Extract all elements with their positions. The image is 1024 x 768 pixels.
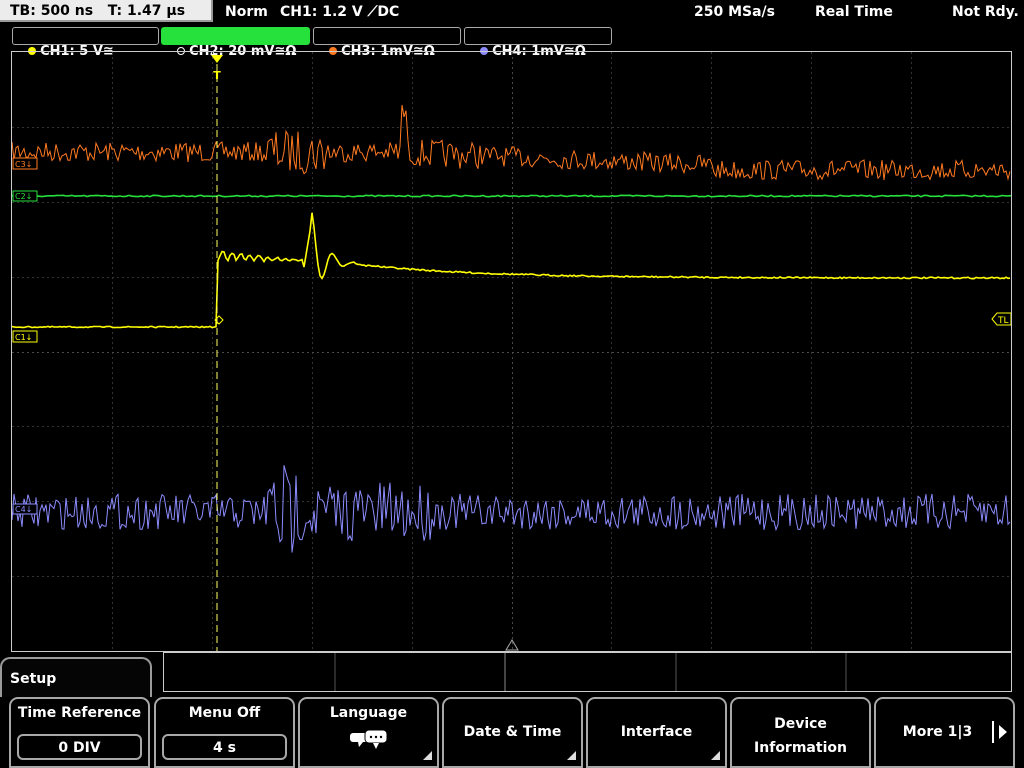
ch1-level-label: C1↓ (15, 333, 32, 342)
menu-off-value: 4 s (162, 734, 287, 760)
channel-tab-ch4[interactable]: CH4: 1mV≅Ω (464, 27, 612, 59)
waveform-canvas: T C3↓ C2↓ C1↓ C4↓ TL (12, 52, 1011, 651)
speech-bubbles-icon (350, 729, 388, 749)
ch2-level-label: C2↓ (15, 192, 32, 201)
softkey-date-time[interactable]: Date & Time (442, 697, 583, 768)
softkey-label: Language (329, 705, 408, 721)
softkey-label: Interface (620, 724, 693, 740)
softkey-label: More 1|3 (902, 724, 973, 740)
time-reference-value: 0 DIV (17, 734, 142, 760)
trigger-level-marker[interactable]: TL (991, 312, 1011, 326)
softkey-time-reference[interactable]: Time Reference 0 DIV (9, 697, 150, 768)
channel-tab-ch3[interactable]: CH3: 1mV≅Ω (313, 27, 461, 59)
ch4-waveform (12, 465, 1011, 553)
trigger-mode[interactable]: Norm (225, 0, 268, 24)
softkey-device-information[interactable]: Device Information (730, 697, 871, 768)
ch4-level-marker[interactable]: C4↓ (12, 503, 38, 515)
page-separator (992, 721, 994, 743)
next-page-icon (999, 725, 1007, 739)
softkey-interface[interactable]: Interface (586, 697, 727, 768)
ch2-level-marker[interactable]: C2↓ (12, 190, 38, 202)
ch4-level-label: C4↓ (15, 505, 32, 514)
submenu-indicator-icon (567, 751, 576, 760)
softkey-menu-off[interactable]: Menu Off 4 s (154, 697, 295, 768)
softkey-language[interactable]: Language (298, 697, 439, 768)
channel-tab-ch2[interactable]: CH2: 20 mV≅Ω (161, 27, 310, 59)
menu-status-strip (163, 652, 1012, 692)
trigger-position-marker[interactable]: T (211, 55, 223, 82)
graticule (12, 52, 1011, 651)
ch3-level-marker[interactable]: C3↓ (12, 157, 38, 170)
softkey-more[interactable]: More 1|3 (874, 697, 1015, 768)
status-bar: TB: 500 ns T: 1.47 µs Norm CH1: 1.2 V ⟋D… (0, 0, 1024, 24)
menu-title: Setup (0, 657, 152, 697)
ch1-level-marker[interactable]: C1↓ (12, 330, 38, 343)
trigger-level-label: TL (997, 316, 1009, 326)
trigger-pos-label: T (213, 69, 221, 82)
ch3-level-label: C3↓ (15, 160, 32, 169)
trigger-source[interactable]: CH1: 1.2 V ⟋DC (280, 0, 399, 24)
ch1-waveform (12, 212, 1011, 329)
submenu-indicator-icon (423, 751, 432, 760)
ch2-waveform (12, 194, 1011, 198)
sample-rate: 250 MSa/s (694, 4, 776, 20)
softkey-label: Time Reference (17, 705, 142, 721)
softkey-label: Menu Off (188, 705, 261, 721)
channel-tab-ch1[interactable]: CH1: 5 V≅ (12, 27, 159, 59)
acquisition-mode: Real Time (815, 4, 893, 20)
submenu-indicator-icon (711, 751, 720, 760)
softkey-label: Date & Time (463, 724, 562, 740)
softkey-label: Device Information (754, 716, 847, 756)
acquisition-state: Not Rdy. (952, 4, 1019, 20)
timebase-readout[interactable]: TB: 500 ns T: 1.47 µs (0, 0, 213, 22)
waveform-display[interactable]: T C3↓ C2↓ C1↓ C4↓ TL (11, 51, 1012, 652)
ch3-waveform (12, 104, 1011, 181)
